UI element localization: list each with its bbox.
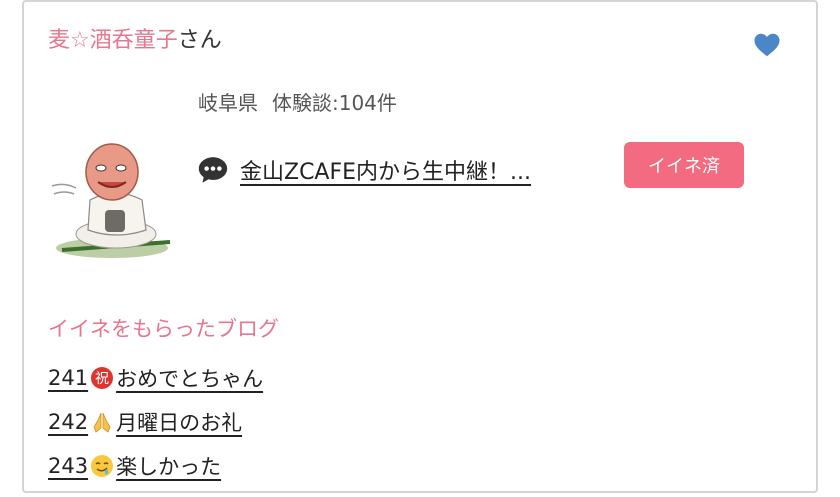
list-item: 241 祝 おめでとちゃん	[48, 356, 263, 400]
blog-link-243[interactable]: 243 楽しかった	[48, 451, 221, 481]
like-button[interactable]: イイネ済	[624, 142, 744, 188]
review-count: 体験談:104件	[272, 91, 397, 115]
prefecture: 岐阜県	[198, 91, 258, 115]
user-card: 麦☆酒呑童子さん 岐阜県 体験談:104件 金山ZCAFE内から生中継！... イ…	[22, 0, 818, 493]
blog-number: 242	[48, 410, 89, 434]
drooling-face-icon	[91, 455, 114, 477]
liked-blog-list: 241 祝 おめでとちゃん 242 月曜日のお礼 243 楽しかった	[48, 356, 263, 488]
latest-post: 金山ZCAFE内から生中継！...	[196, 150, 531, 190]
blog-number: 243	[48, 454, 89, 478]
liked-blogs-heading: イイネをもらったブログ	[48, 317, 279, 341]
congratulations-icon: 祝	[91, 367, 114, 389]
honorific: さん	[177, 28, 222, 53]
profile-meta: 岐阜県 体験談:104件	[198, 88, 397, 118]
speech-bubble-icon	[198, 157, 228, 183]
blog-title: おめでとちゃん	[116, 367, 264, 391]
blog-title: 楽しかった	[116, 455, 222, 479]
svg-text:祝: 祝	[95, 371, 109, 387]
avatar[interactable]	[50, 130, 180, 270]
blog-link-242[interactable]: 242 月曜日のお礼	[48, 407, 242, 437]
heart-icon[interactable]	[752, 30, 782, 60]
user-name[interactable]: 麦☆酒呑童子	[48, 28, 178, 53]
blog-link-241[interactable]: 241 祝 おめでとちゃん	[48, 363, 263, 393]
user-name-row: 麦☆酒呑童子さん	[48, 26, 222, 56]
list-item: 242 月曜日のお礼	[48, 400, 263, 444]
list-item: 243 楽しかった	[48, 444, 263, 488]
folded-hands-icon	[93, 412, 111, 433]
blog-number: 241	[48, 366, 89, 390]
latest-post-link[interactable]: 金山ZCAFE内から生中継！...	[240, 154, 531, 186]
blog-title: 月曜日のお礼	[116, 411, 243, 435]
